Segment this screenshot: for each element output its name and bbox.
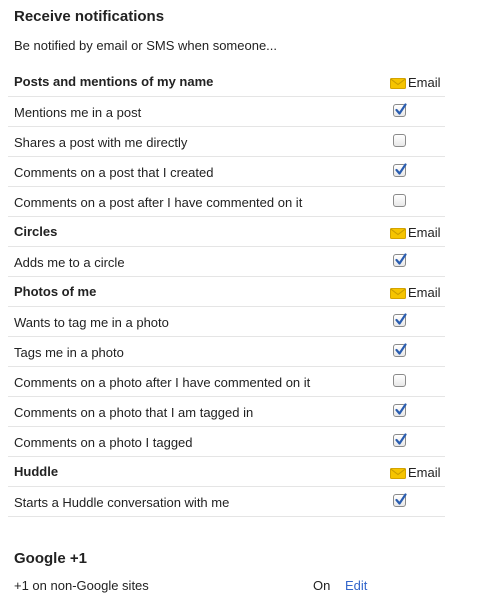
google-plus-one-edit-link[interactable]: Edit (345, 578, 367, 593)
email-column-label: Email (408, 285, 441, 300)
checkmark-icon (395, 313, 407, 325)
envelope-icon (390, 77, 406, 89)
email-checkbox-unchecked[interactable] (393, 134, 406, 147)
notification-row: Adds me to a circle (8, 247, 445, 277)
email-checkbox-checked[interactable] (393, 103, 407, 117)
notification-settings-page: Receive notifications Be notified by ema… (0, 0, 491, 613)
email-column-label: Email (408, 225, 441, 240)
email-column-header: Email (390, 75, 441, 90)
email-checkbox-checked[interactable] (393, 343, 407, 357)
notification-row: Starts a Huddle conversation with me (8, 487, 445, 517)
section-header: Circles Email (8, 217, 445, 247)
notification-label: Comments on a post after I have commente… (14, 195, 303, 210)
notification-row: Comments on a photo that I am tagged in (8, 397, 445, 427)
email-checkbox-checked[interactable] (393, 313, 407, 327)
page-subtitle: Be notified by email or SMS when someone… (14, 38, 278, 53)
email-checkbox-checked[interactable] (393, 163, 407, 177)
page-title: Receive notifications (14, 8, 165, 25)
checkmark-icon (395, 163, 407, 175)
section-title: Posts and mentions of my name (14, 74, 214, 89)
envelope-icon (390, 227, 406, 239)
notification-label: Adds me to a circle (14, 255, 125, 270)
notification-label: Comments on a photo that I am tagged in (14, 405, 254, 420)
section-title: Huddle (14, 464, 59, 479)
notification-label: Shares a post with me directly (14, 135, 188, 150)
notification-row: Wants to tag me in a photo (8, 307, 445, 337)
section-header: Photos of me Email (8, 277, 445, 307)
notification-label: Wants to tag me in a photo (14, 315, 169, 330)
notification-row: Mentions me in a post (8, 97, 445, 127)
google-plus-one-title: Google +1 (14, 550, 87, 567)
envelope-icon (390, 467, 406, 479)
checkmark-icon (395, 433, 407, 445)
section-header: Posts and mentions of my name Email (8, 67, 445, 97)
email-checkbox-checked[interactable] (393, 253, 407, 267)
notification-row: Comments on a post that I created (8, 157, 445, 187)
section-header: Huddle Email (8, 457, 445, 487)
email-checkbox-unchecked[interactable] (393, 374, 406, 387)
email-column-label: Email (408, 75, 441, 90)
google-plus-one-row: +1 on non-Google sites On Edit (14, 578, 434, 593)
checkmark-icon (395, 103, 407, 115)
email-checkbox-checked[interactable] (393, 403, 407, 417)
notification-label: Comments on a photo after I have comment… (14, 375, 311, 390)
notification-row: Comments on a post after I have commente… (8, 187, 445, 217)
email-checkbox-checked[interactable] (393, 493, 407, 507)
envelope-icon (390, 287, 406, 299)
notification-label: Comments on a post that I created (14, 165, 214, 180)
section-title: Circles (14, 224, 58, 239)
google-plus-one-setting-label: +1 on non-Google sites (14, 578, 149, 593)
checkmark-icon (395, 493, 407, 505)
notifications-table: Posts and mentions of my name Email Mentio… (8, 67, 445, 517)
email-column-header: Email (390, 225, 441, 240)
checkmark-icon (395, 253, 407, 265)
email-checkbox-checked[interactable] (393, 433, 407, 447)
notification-label: Comments on a photo I tagged (14, 435, 193, 450)
notification-label: Starts a Huddle conversation with me (14, 495, 230, 510)
notification-row: Comments on a photo after I have comment… (8, 367, 445, 397)
checkmark-icon (395, 343, 407, 355)
email-column-header: Email (390, 465, 441, 480)
email-column-header: Email (390, 285, 441, 300)
notification-label: Mentions me in a post (14, 105, 142, 120)
checkmark-icon (395, 403, 407, 415)
google-plus-one-status: On (313, 578, 331, 593)
notification-row: Tags me in a photo (8, 337, 445, 367)
notification-row: Comments on a photo I tagged (8, 427, 445, 457)
email-checkbox-unchecked[interactable] (393, 194, 406, 207)
section-title: Photos of me (14, 284, 97, 299)
notification-row: Shares a post with me directly (8, 127, 445, 157)
email-column-label: Email (408, 465, 441, 480)
notification-label: Tags me in a photo (14, 345, 124, 360)
